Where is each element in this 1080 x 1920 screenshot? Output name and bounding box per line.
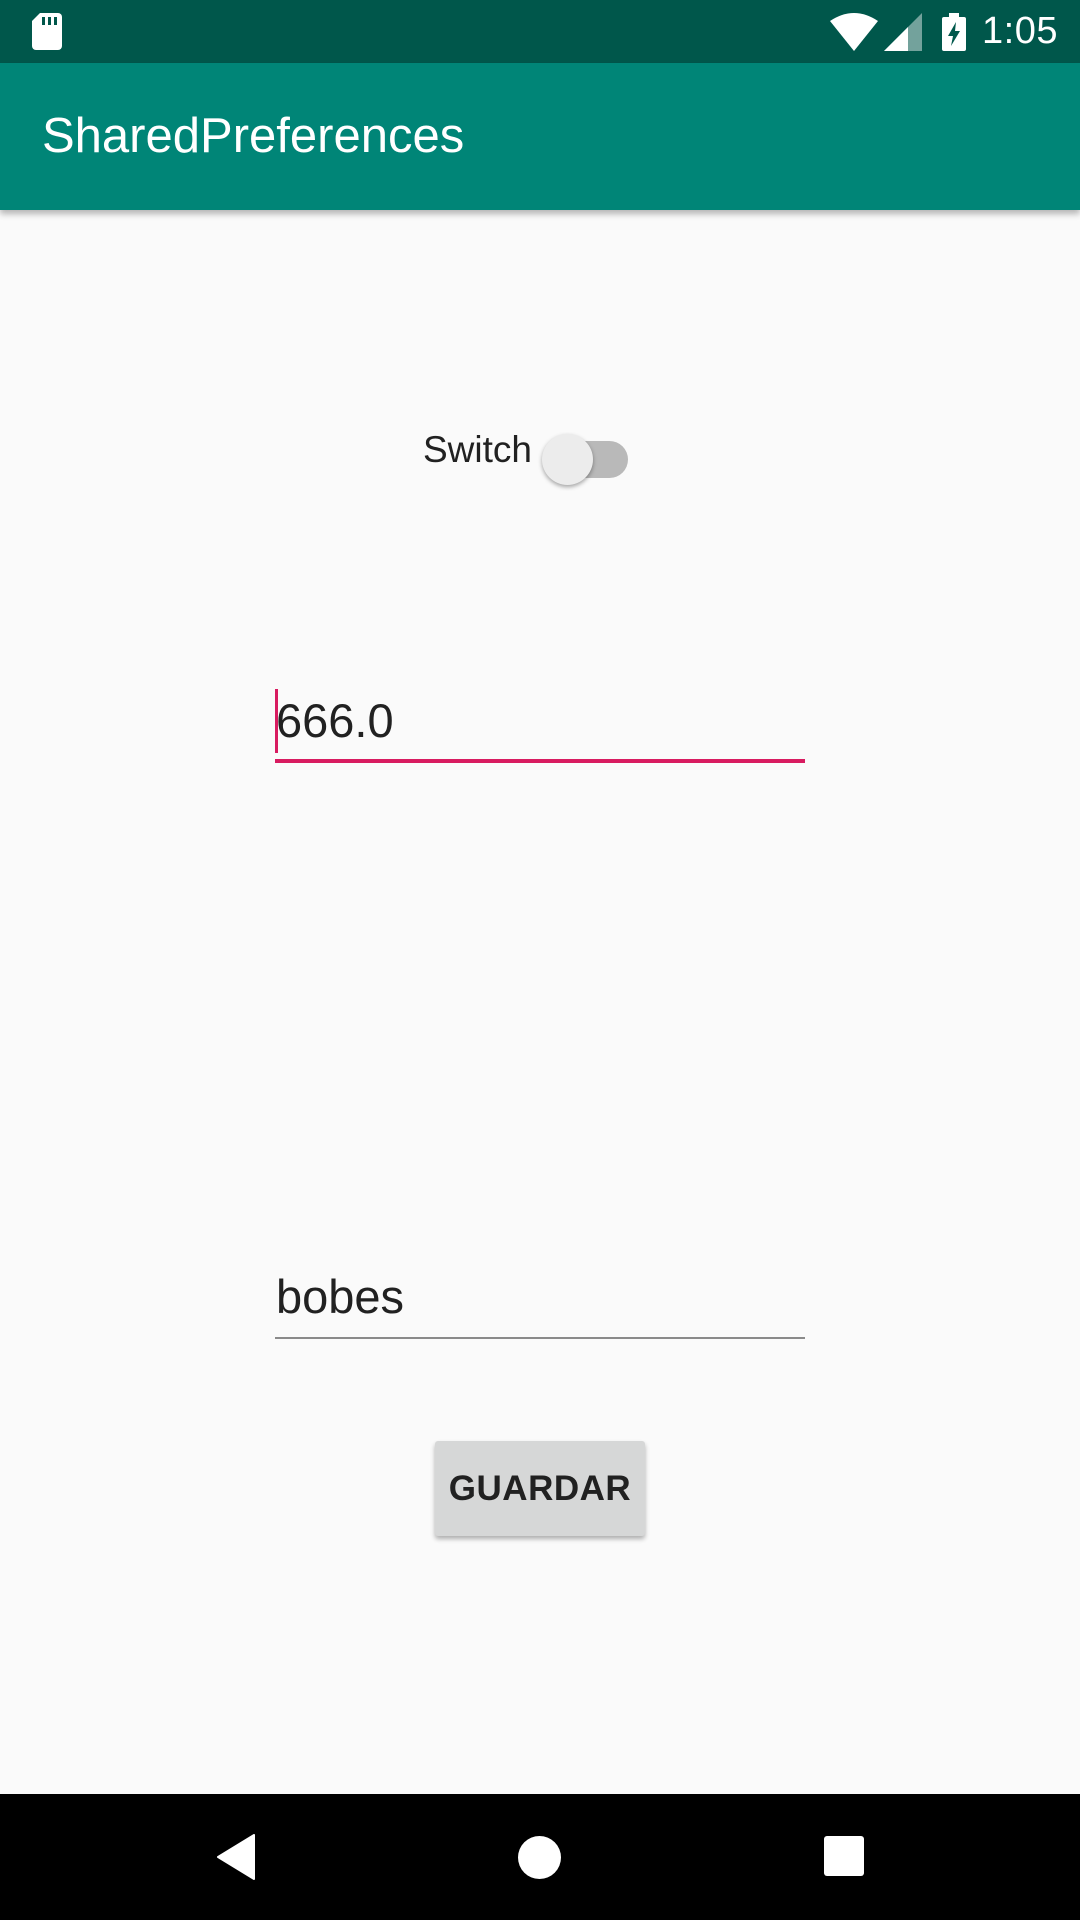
cell-signal-icon — [884, 12, 923, 51]
status-bar: 1:05 — [0, 0, 1080, 63]
text-cursor — [275, 689, 278, 753]
text-field-value: bobes — [276, 1270, 405, 1323]
text-field-underline — [275, 1337, 805, 1339]
text-field-input[interactable]: bobes — [275, 1267, 805, 1327]
app-title: SharedPreferences — [42, 109, 465, 163]
sd-card-icon — [32, 13, 62, 50]
navigation-bar — [0, 1794, 1080, 1920]
number-field-value: 666.0 — [276, 694, 394, 747]
switch-thumb — [541, 434, 593, 485]
wifi-icon — [830, 12, 879, 51]
preference-switch[interactable]: Switch — [423, 410, 632, 490]
status-clock: 1:05 — [982, 10, 1058, 52]
main-content: Switch 666.0 bobes GUARDAR — [0, 210, 1080, 1794]
switch-toggle[interactable] — [541, 420, 632, 485]
battery-charging-icon — [942, 12, 967, 51]
status-icons: 1:05 — [830, 0, 1058, 63]
switch-label: Switch — [423, 429, 532, 470]
number-field[interactable]: 666.0 — [275, 689, 805, 763]
save-button[interactable]: GUARDAR — [435, 1441, 645, 1536]
text-field[interactable]: bobes — [275, 1267, 805, 1339]
number-field-input[interactable]: 666.0 — [275, 689, 805, 753]
back-icon[interactable] — [216, 1834, 256, 1880]
home-icon[interactable] — [518, 1836, 561, 1879]
number-field-underline — [275, 759, 805, 763]
recents-icon[interactable] — [824, 1836, 864, 1876]
app-bar: SharedPreferences — [0, 63, 1080, 210]
